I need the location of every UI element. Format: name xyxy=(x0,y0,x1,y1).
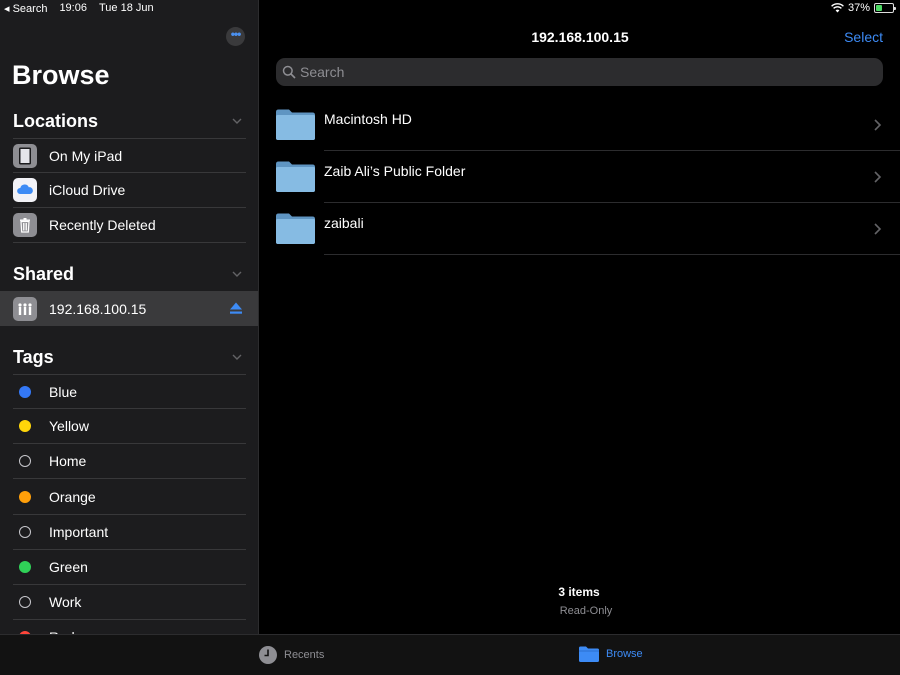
tag-item-orange[interactable]: Orange xyxy=(13,480,246,515)
access-status: Read-Only xyxy=(559,605,613,617)
folder-name: Macintosh HD xyxy=(324,111,412,127)
chevron-down-icon[interactable] xyxy=(232,269,242,279)
tag-color-dot xyxy=(19,491,31,503)
back-app-label: Search xyxy=(12,3,48,15)
tag-label: Yellow xyxy=(49,418,89,434)
section-shared-heading[interactable]: Shared xyxy=(13,264,74,285)
sidebar-item-label: Recently Deleted xyxy=(49,217,156,233)
folder-name: zaibali xyxy=(324,215,364,231)
tag-label: Work xyxy=(49,594,82,610)
search-icon xyxy=(282,65,296,79)
tag-color-dot xyxy=(19,455,31,467)
section-locations-heading[interactable]: Locations xyxy=(13,111,98,132)
tab-recents[interactable]: Recents xyxy=(258,645,324,665)
tag-item-red[interactable]: Red xyxy=(13,620,246,634)
tag-label: Important xyxy=(49,524,109,540)
sidebar-item-server[interactable]: 192.168.100.15 xyxy=(0,291,258,326)
tag-label: Blue xyxy=(49,383,78,400)
trash-icon xyxy=(13,213,37,237)
chevron-right-icon xyxy=(874,171,882,183)
search-placeholder: Search xyxy=(300,64,345,80)
icloud-icon xyxy=(13,178,37,202)
sidebar-item-label: iCloud Drive xyxy=(49,182,126,198)
page-title: 192.168.100.15 xyxy=(531,29,629,45)
item-count: 3 items xyxy=(260,585,900,599)
status-date: Tue 18 Jun xyxy=(98,2,154,14)
row-divider xyxy=(324,254,900,255)
folder-row[interactable]: zaibali xyxy=(260,203,900,255)
tag-color-dot xyxy=(19,420,31,432)
sidebar-item-recently-deleted[interactable]: Recently Deleted xyxy=(13,208,246,243)
folder-name: Zaib Ali’s Public Folder xyxy=(324,163,466,179)
battery-icon xyxy=(874,3,896,13)
tab-label: Browse xyxy=(606,648,643,660)
tag-color-dot xyxy=(19,386,31,398)
select-button[interactable]: Select xyxy=(844,29,883,45)
search-input[interactable]: Search xyxy=(276,58,883,86)
folder-icon xyxy=(276,161,315,192)
status-time: 19:06 xyxy=(59,2,87,14)
eject-icon[interactable] xyxy=(229,301,243,315)
item-count-label: 3 items xyxy=(558,585,600,599)
tab-bar: Recents Browse xyxy=(0,634,900,675)
battery-percent: 37% xyxy=(847,2,870,14)
section-tags-heading[interactable]: Tags xyxy=(13,347,54,368)
chevron-right-icon xyxy=(874,223,882,235)
tab-browse[interactable]: Browse xyxy=(578,645,643,663)
chevron-down-icon[interactable] xyxy=(232,116,242,126)
chevron-right-icon xyxy=(874,119,882,131)
more-options-button[interactable]: ••• xyxy=(226,27,245,46)
tag-label: Orange xyxy=(49,489,96,505)
sidebar: ••• Browse Locations On My iPad iCloud D… xyxy=(0,0,259,634)
tag-label: Home xyxy=(49,453,87,469)
tag-item-work[interactable]: Work xyxy=(13,585,246,620)
tag-item-yellow[interactable]: Yellow xyxy=(13,409,246,444)
sidebar-title: Browse xyxy=(12,60,110,90)
folder-icon xyxy=(276,109,315,140)
folder-icon xyxy=(276,213,315,244)
back-to-app-link[interactable]: ◂ Search xyxy=(4,2,47,15)
ipad-icon xyxy=(13,144,37,168)
tag-item-important[interactable]: Important xyxy=(13,515,246,550)
tag-color-dot xyxy=(19,526,31,538)
tab-label: Recents xyxy=(284,649,325,661)
status-bar: ◂ Search 19:06 Tue 18 Jun 37% xyxy=(0,0,900,18)
sidebar-item-label: On My iPad xyxy=(49,147,123,164)
folder-row[interactable]: Macintosh HD xyxy=(260,99,900,151)
chevron-down-icon[interactable] xyxy=(232,352,242,362)
wifi-icon xyxy=(831,3,844,13)
clock-icon xyxy=(259,646,277,664)
sidebar-item-label: 192.168.100.15 xyxy=(49,301,147,317)
folder-row[interactable]: Zaib Ali’s Public Folder xyxy=(260,151,900,203)
tag-color-dot xyxy=(19,561,31,573)
tag-item-home[interactable]: Home xyxy=(13,444,246,479)
tag-item-green[interactable]: Green xyxy=(13,550,246,585)
tag-color-dot xyxy=(19,596,31,608)
tag-item-blue[interactable]: Blue xyxy=(13,374,246,409)
tag-label: Green xyxy=(49,559,88,575)
folder-icon xyxy=(579,646,599,662)
sidebar-item-icloud-drive[interactable]: iCloud Drive xyxy=(13,173,246,208)
sidebar-item-on-my-ipad[interactable]: On My iPad xyxy=(13,138,246,173)
server-icon xyxy=(13,297,37,321)
